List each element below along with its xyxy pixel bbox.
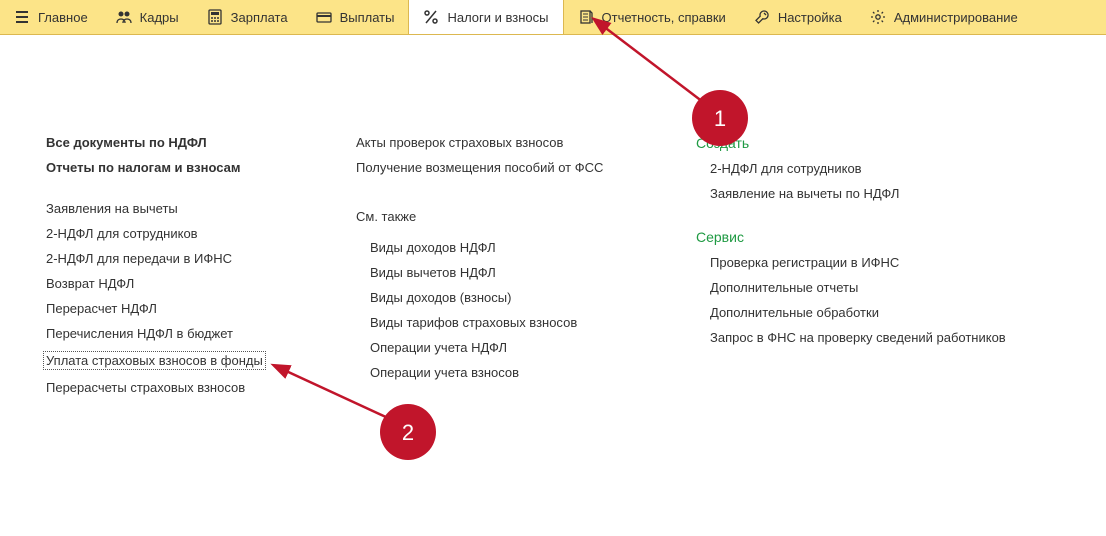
see-also-item-4[interactable]: Операции учета НДФЛ bbox=[356, 340, 646, 355]
wrench-icon bbox=[754, 9, 770, 25]
nav-item-7[interactable]: Перерасчеты страховых взносов bbox=[46, 380, 306, 395]
tab-menu[interactable]: Главное bbox=[0, 0, 102, 34]
col-other: Акты проверок страховых взносов Получение… bbox=[356, 135, 646, 405]
create-heading: Создать bbox=[696, 135, 1036, 151]
nav-item-1[interactable]: 2-НДФЛ для сотрудников bbox=[46, 226, 306, 241]
tab-label: Администрирование bbox=[894, 10, 1018, 25]
service-item-2[interactable]: Дополнительные обработки bbox=[696, 305, 1036, 320]
percent-icon bbox=[423, 9, 439, 25]
nav-item-6[interactable]: Уплата страховых взносов в фонды bbox=[46, 351, 306, 370]
service-heading: Сервис bbox=[696, 229, 1036, 245]
card-icon bbox=[316, 9, 332, 25]
see-also-item-0[interactable]: Виды доходов НДФЛ bbox=[356, 240, 646, 255]
gear-icon bbox=[870, 9, 886, 25]
tab-label: Кадры bbox=[140, 10, 179, 25]
nav2-top-0[interactable]: Акты проверок страховых взносов bbox=[356, 135, 646, 150]
tab-calc[interactable]: Зарплата bbox=[193, 0, 302, 34]
topbar: Главное Кадры Зарплата Выплаты Налоги и взно… bbox=[0, 0, 1106, 35]
nav2-top-1[interactable]: Получение возмещения пособий от ФСС bbox=[356, 160, 646, 175]
nav-item-4[interactable]: Перерасчет НДФЛ bbox=[46, 301, 306, 316]
service-item-1[interactable]: Дополнительные отчеты bbox=[696, 280, 1036, 295]
tab-wrench[interactable]: Настройка bbox=[740, 0, 856, 34]
badge-2-text: 2 bbox=[402, 420, 414, 445]
nav-item-highlight: Уплата страховых взносов в фонды bbox=[43, 351, 266, 370]
see-also-item-1[interactable]: Виды вычетов НДФЛ bbox=[356, 265, 646, 280]
nav-bold-0[interactable]: Все документы по НДФЛ bbox=[46, 135, 306, 150]
content: Все документы по НДФЛ Отчеты по налогам и… bbox=[0, 35, 1106, 405]
tab-label: Налоги и взносы bbox=[447, 10, 548, 25]
tab-label: Выплаты bbox=[340, 10, 395, 25]
create-item-0[interactable]: 2-НДФЛ для сотрудников bbox=[696, 161, 1036, 176]
nav-item-5[interactable]: Перечисления НДФЛ в бюджет bbox=[46, 326, 306, 341]
nav-item-0[interactable]: Заявления на вычеты bbox=[46, 201, 306, 216]
see-also-heading: См. также bbox=[356, 209, 646, 224]
see-also-item-2[interactable]: Виды доходов (взносы) bbox=[356, 290, 646, 305]
tab-people[interactable]: Кадры bbox=[102, 0, 193, 34]
tab-percent[interactable]: Налоги и взносы bbox=[408, 0, 563, 34]
tab-label: Главное bbox=[38, 10, 88, 25]
tab-gear[interactable]: Администрирование bbox=[856, 0, 1032, 34]
col-ndfl: Все документы по НДФЛ Отчеты по налогам и… bbox=[46, 135, 306, 405]
tab-report[interactable]: Отчетность, справки bbox=[564, 0, 740, 34]
service-item-0[interactable]: Проверка регистрации в ИФНС bbox=[696, 255, 1036, 270]
tab-card[interactable]: Выплаты bbox=[302, 0, 409, 34]
tab-label: Отчетность, справки bbox=[602, 10, 726, 25]
nav-item-2[interactable]: 2-НДФЛ для передачи в ИФНС bbox=[46, 251, 306, 266]
service-item-3[interactable]: Запрос в ФНС на проверку сведений работн… bbox=[696, 330, 1036, 345]
people-icon bbox=[116, 9, 132, 25]
tab-label: Настройка bbox=[778, 10, 842, 25]
col-actions: Создать 2-НДФЛ для сотрудников Заявление н… bbox=[696, 135, 1036, 405]
report-icon bbox=[578, 9, 594, 25]
menu-icon bbox=[14, 9, 30, 25]
nav-item-3[interactable]: Возврат НДФЛ bbox=[46, 276, 306, 291]
tab-label: Зарплата bbox=[231, 10, 288, 25]
see-also-item-5[interactable]: Операции учета взносов bbox=[356, 365, 646, 380]
nav-bold-1[interactable]: Отчеты по налогам и взносам bbox=[46, 160, 306, 175]
calc-icon bbox=[207, 9, 223, 25]
see-also-item-3[interactable]: Виды тарифов страховых взносов bbox=[356, 315, 646, 330]
badge-2-circle bbox=[380, 404, 436, 460]
create-item-1[interactable]: Заявление на вычеты по НДФЛ bbox=[696, 186, 1036, 201]
